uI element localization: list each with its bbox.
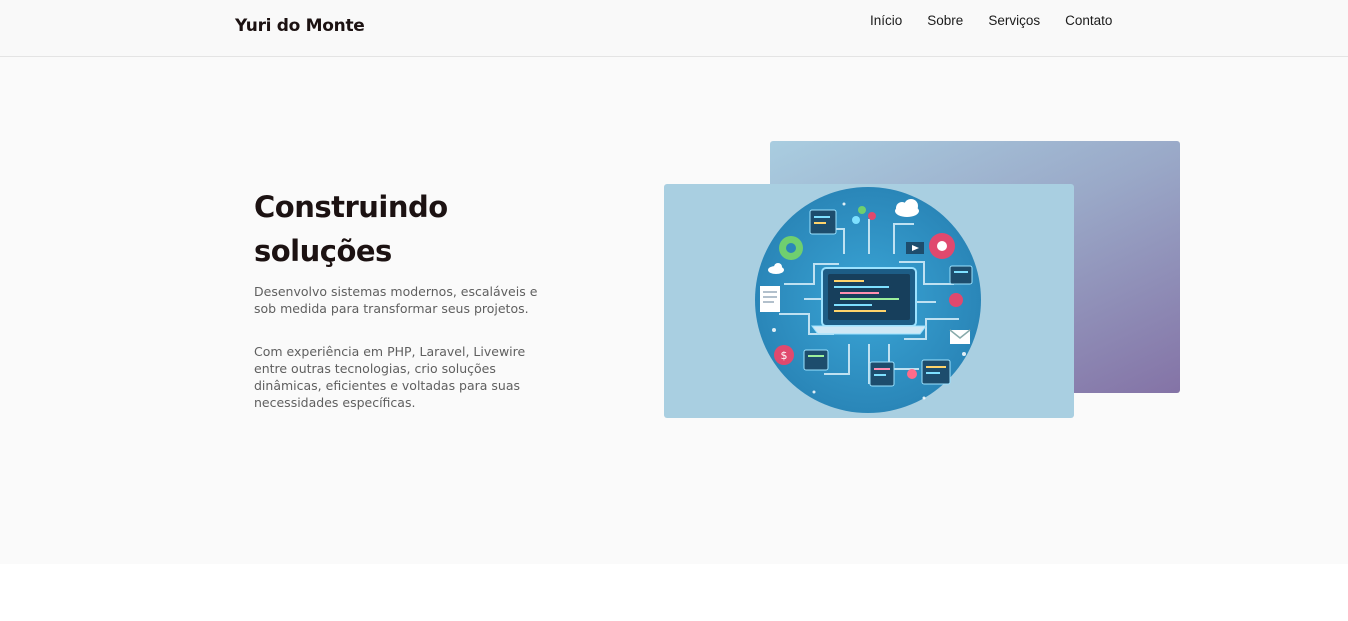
brand-logo-text[interactable]: Yuri do Monte [235, 16, 365, 36]
code-window-icon [949, 265, 973, 285]
dollar-coin-icon [949, 293, 963, 307]
site-header: Yuri do Monte Início Sobre Serviços Cont… [0, 0, 1348, 57]
gear-icon-right [929, 233, 955, 259]
nav-link-inicio[interactable]: Início [870, 13, 902, 29]
main-nav: Início Sobre Serviços Contato [870, 13, 1137, 29]
hero-section: Construindo soluções Desenvolvo sistemas… [0, 57, 1348, 564]
code-window-icon [803, 349, 829, 371]
tech-circuit-illustration: $ [755, 187, 981, 413]
hero-paragraph-1: Desenvolvo sistemas modernos, escaláveis… [254, 284, 538, 316]
code-window-icon [809, 209, 837, 235]
nav-link-servicos[interactable]: Serviços [988, 13, 1040, 29]
svg-text:$: $ [781, 349, 788, 362]
laptop-icon [811, 267, 927, 335]
hero-title-line2: soluções [254, 234, 392, 268]
play-icon [906, 242, 924, 254]
lightbulb-icon [907, 369, 917, 379]
document-icon [760, 286, 780, 312]
gear-icon-left [779, 236, 803, 260]
hero-title-line1: Construindo [254, 190, 448, 224]
nav-link-sobre[interactable]: Sobre [927, 13, 963, 29]
hero-illustration: $ [664, 184, 1074, 418]
code-window-icon [921, 359, 951, 385]
nav-link-contato[interactable]: Contato [1065, 13, 1112, 29]
code-window-icon [869, 361, 895, 387]
hero-paragraph-2: Com experiência em PHP, Laravel, Livewir… [254, 344, 526, 410]
envelope-icon [949, 329, 971, 344]
hero-title: Construindo soluções [254, 185, 574, 273]
dollar-coin-icon: $ [774, 345, 794, 365]
